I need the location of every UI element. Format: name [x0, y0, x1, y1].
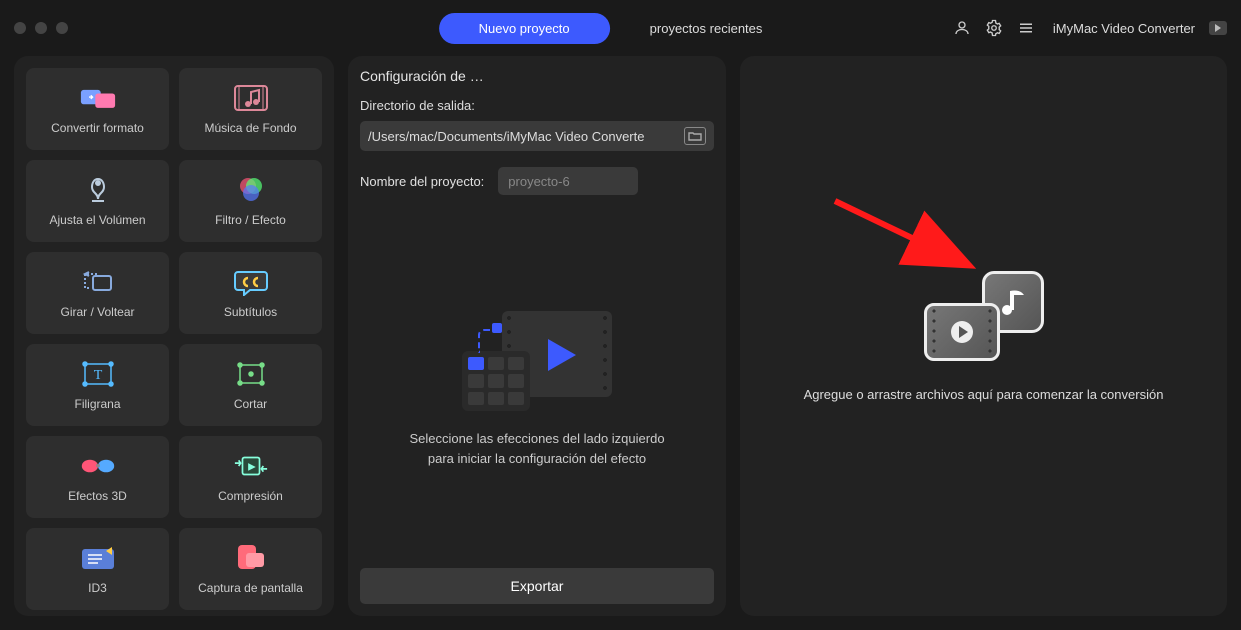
config-body: Seleccione las efecciones del lado izqui…	[360, 211, 714, 568]
project-name-input[interactable]: proyecto-6	[498, 167, 638, 195]
tool-label: Subtítulos	[224, 305, 277, 319]
output-dir-field: Directorio de salida: /Users/mac/Documen…	[360, 98, 714, 151]
menu-icon[interactable]	[1017, 19, 1035, 37]
maximize-window-icon[interactable]	[56, 22, 68, 34]
tool-adjust-volume[interactable]: Ajusta el Volúmen	[26, 160, 169, 242]
tool-screenshot[interactable]: Captura de pantalla	[179, 528, 322, 610]
filter-effect-icon	[233, 175, 269, 205]
config-panel: Configuración de … Directorio de salida:…	[348, 56, 726, 616]
account-icon[interactable]	[953, 19, 971, 37]
subtitles-icon	[233, 267, 269, 297]
tools-grid: Convertir formato Música de Fondo Ajusta…	[26, 68, 322, 610]
export-button[interactable]: Exportar	[360, 568, 714, 604]
rotate-flip-icon	[80, 267, 116, 297]
project-tabs: Nuevo proyecto proyectos recientes	[439, 13, 803, 44]
browse-folder-icon[interactable]	[684, 127, 706, 145]
window-controls	[14, 22, 68, 34]
dropzone-text: Agregue o arrastre archivos aquí para co…	[804, 387, 1164, 402]
header-right: iMyMac Video Converter	[953, 19, 1227, 37]
tool-label: Captura de pantalla	[198, 581, 303, 595]
tool-label: Efectos 3D	[68, 489, 127, 503]
tool-rotate-flip[interactable]: Girar / Voltear	[26, 252, 169, 334]
output-dir-label: Directorio de salida:	[360, 98, 714, 113]
minimize-window-icon[interactable]	[35, 22, 47, 34]
settings-icon[interactable]	[985, 19, 1003, 37]
background-music-icon	[233, 83, 269, 113]
tool-crop[interactable]: Cortar	[179, 344, 322, 426]
tool-background-music[interactable]: Música de Fondo	[179, 68, 322, 150]
mini-preview-icon[interactable]	[1209, 21, 1227, 35]
id3-icon	[80, 543, 116, 573]
video-file-icon	[924, 303, 1000, 361]
effect-placeholder-graphic	[462, 311, 612, 411]
output-dir-input[interactable]: /Users/mac/Documents/iMyMac Video Conver…	[360, 121, 714, 151]
close-window-icon[interactable]	[14, 22, 26, 34]
annotation-arrow-icon	[830, 196, 980, 276]
project-name-field: Nombre del proyecto: proyecto-6	[360, 167, 714, 195]
tool-label: Convertir formato	[51, 121, 144, 135]
screenshot-icon	[233, 543, 269, 573]
convert-format-icon	[80, 83, 116, 113]
app-title: iMyMac Video Converter	[1049, 21, 1195, 36]
tool-subtitles[interactable]: Subtítulos	[179, 252, 322, 334]
output-dir-value: /Users/mac/Documents/iMyMac Video Conver…	[368, 129, 644, 144]
crop-icon	[233, 359, 269, 389]
dropzone-panel[interactable]: Agregue o arrastre archivos aquí para co…	[740, 56, 1227, 616]
tool-id3[interactable]: ID3	[26, 528, 169, 610]
tool-label: Música de Fondo	[204, 121, 296, 135]
tool-label: ID3	[88, 581, 107, 595]
tab-recent-projects[interactable]: proyectos recientes	[610, 13, 803, 44]
tool-compression[interactable]: Compresión	[179, 436, 322, 518]
titlebar: Nuevo proyecto proyectos recientes iMyMa…	[0, 0, 1241, 56]
tools-sidebar: Convertir formato Música de Fondo Ajusta…	[14, 56, 334, 616]
tool-3d-effects[interactable]: Efectos 3D	[26, 436, 169, 518]
project-name-label: Nombre del proyecto:	[360, 174, 484, 189]
tool-filter-effect[interactable]: Filtro / Efecto	[179, 160, 322, 242]
tool-label: Compresión	[218, 489, 283, 503]
config-title: Configuración de …	[360, 68, 714, 84]
tab-new-project[interactable]: Nuevo proyecto	[439, 13, 610, 44]
tool-label: Cortar	[234, 397, 267, 411]
svg-text:T: T	[93, 368, 102, 383]
watermark-icon: T	[80, 359, 116, 389]
config-hint: Seleccione las efecciones del lado izqui…	[409, 429, 664, 468]
dropzone-graphic	[924, 271, 1044, 361]
volume-icon	[80, 175, 116, 205]
tool-label: Filigrana	[74, 397, 120, 411]
project-name-value: proyecto-6	[508, 174, 569, 189]
compression-icon	[233, 451, 269, 481]
tool-convert-format[interactable]: Convertir formato	[26, 68, 169, 150]
tool-label: Ajusta el Volúmen	[49, 213, 145, 227]
tool-watermark[interactable]: T Filigrana	[26, 344, 169, 426]
glasses-3d-icon	[80, 451, 116, 481]
main-area: Convertir formato Música de Fondo Ajusta…	[0, 56, 1241, 630]
tool-label: Girar / Voltear	[60, 305, 134, 319]
tool-label: Filtro / Efecto	[215, 213, 286, 227]
